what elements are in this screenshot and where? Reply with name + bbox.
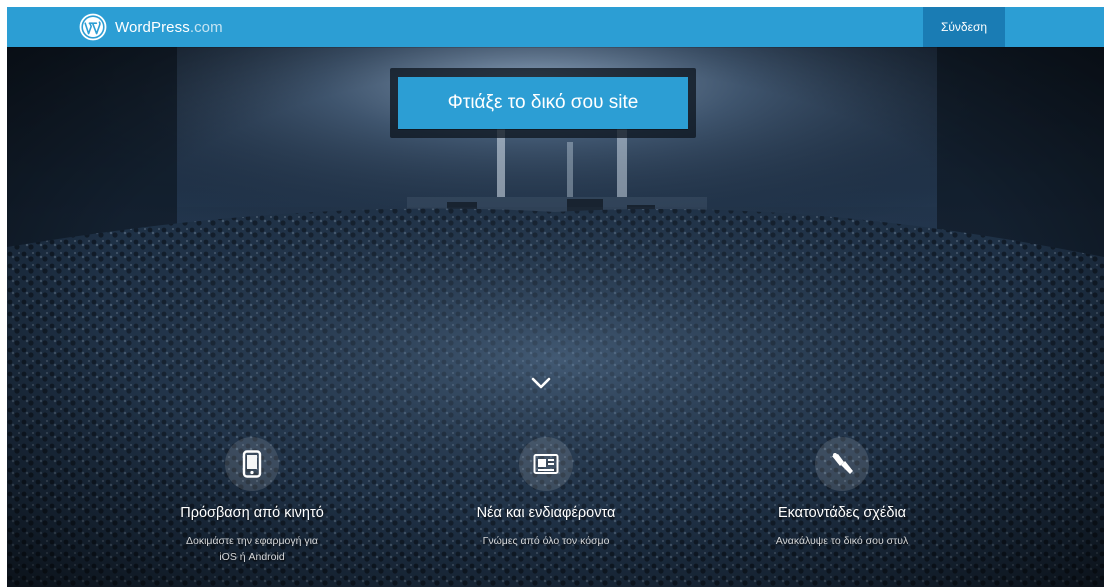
paint-brush-icon bbox=[832, 453, 853, 474]
create-site-button[interactable]: Φτιάξε το δικό σου site bbox=[398, 77, 688, 129]
brand-suffix: .com bbox=[189, 18, 223, 36]
mobile-phone-icon bbox=[242, 450, 262, 478]
feature-title: Νέα και ενδιαφέροντα bbox=[476, 505, 616, 521]
feature-icon-circle bbox=[225, 437, 279, 491]
cta-container: Φτιάξε το δικό σου site bbox=[390, 68, 696, 138]
feature-mobile: Πρόσβαση από κινητό Δοκιμάστε την εφαρμο… bbox=[122, 437, 382, 565]
feature-title: Πρόσβαση από κινητό bbox=[180, 505, 324, 521]
top-bar: WordPress.com Σύνδεση bbox=[7, 7, 1104, 47]
wordpress-logo-icon bbox=[79, 13, 107, 41]
brand-link[interactable]: WordPress.com bbox=[79, 12, 223, 42]
brand-name: WordPress.com bbox=[115, 19, 223, 36]
feature-reader: Νέα και ενδιαφέροντα Γνώμες από όλο τον … bbox=[416, 437, 676, 549]
feature-description: Γνώμες από όλο τον κόσμο bbox=[482, 535, 610, 547]
feature-description: Δοκιμάστε την εφαρμογή για iOS ή Android bbox=[185, 535, 319, 563]
login-button[interactable]: Σύνδεση bbox=[923, 7, 1005, 47]
feature-themes: Εκατοντάδες σχέδια Ανακάλυψε το δικό σου… bbox=[712, 437, 972, 549]
chevron-down-icon[interactable] bbox=[529, 374, 553, 392]
reader-icon bbox=[533, 454, 559, 474]
page-frame: WordPress.com Σύνδεση Φτιάξε το δικό σου… bbox=[7, 7, 1104, 587]
hero-section: Φτιάξε το δικό σου site Πρόσβαση από κιν… bbox=[7, 47, 1104, 587]
feature-description: Ανακάλυψε το δικό σου στυλ bbox=[775, 535, 909, 547]
feature-icon-circle bbox=[519, 437, 573, 491]
feature-icon-circle bbox=[815, 437, 869, 491]
brand-main: WordPress bbox=[115, 18, 190, 36]
feature-title: Εκατοντάδες σχέδια bbox=[777, 505, 907, 521]
